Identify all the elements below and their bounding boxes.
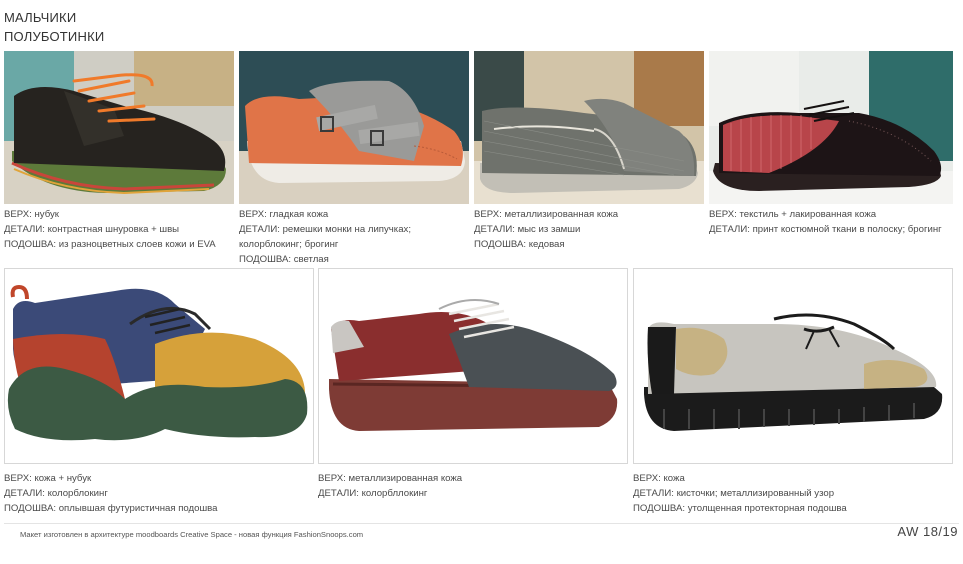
description-line: ДЕТАЛИ: ремешки монки на липучках; [239, 224, 411, 235]
product-description: ВЕРХ: кожа ДЕТАЛИ: кисточки; металлизиро… [633, 471, 847, 516]
footer-note: Макет изготовлен в архитектуре moodboard… [20, 530, 364, 539]
description-line: ПОДОШВА: утолщенная протекторная подошва [633, 503, 847, 514]
description-line: ДЕТАЛИ: мыс из замши [474, 224, 581, 235]
description-line: колорблокинг; брогинг [239, 239, 339, 250]
description-line: ДЕТАЛИ: колорблокинг [4, 488, 108, 499]
product-description: ВЕРХ: металлизированная кожа ДЕТАЛИ: мыс… [474, 207, 618, 252]
description-line: ДЕТАЛИ: кисточки; металлизированный узор [633, 488, 835, 499]
product-photo-metallic-sneaker [318, 268, 628, 464]
product-photo-tassel-loafer [633, 268, 953, 464]
product-photo-metallic-slipon [474, 51, 704, 204]
season-label: AW 18/19 [897, 524, 958, 539]
description-line: ПОДОШВА: кедовая [474, 239, 565, 250]
product-description: ВЕРХ: кожа + нубук ДЕТАЛИ: колорблокинг … [4, 471, 218, 516]
product-description: ВЕРХ: гладкая кожа ДЕТАЛИ: ремешки монки… [239, 207, 411, 267]
description-line: ДЕТАЛИ: колорбллокинг [318, 488, 428, 499]
product-description: ВЕРХ: металлизированная кожа ДЕТАЛИ: кол… [318, 471, 462, 501]
description-line: ВЕРХ: нубук [4, 209, 59, 220]
description-line: ВЕРХ: кожа [633, 473, 685, 484]
description-line: ПОДОШВА: из разноцветных слоев кожи и EV… [4, 239, 216, 250]
product-description: ВЕРХ: текстиль + лакированная кожа ДЕТАЛ… [709, 207, 942, 237]
subcategory-title: ПОЛУБОТИНКИ [4, 29, 105, 44]
description-line: ДЕТАЛИ: принт костюмной ткани в полоску;… [709, 224, 942, 235]
category-title: МАЛЬЧИКИ [4, 10, 77, 25]
description-line: ВЕРХ: металлизированная кожа [318, 473, 463, 484]
description-line: ВЕРХ: металлизированная кожа [474, 209, 619, 220]
product-photo-pinstripe-oxford [709, 51, 953, 204]
description-line: ПОДОШВА: светлая [239, 254, 329, 265]
description-line: ВЕРХ: текстиль + лакированная кожа [709, 209, 877, 220]
product-photo-futuristic-sneaker [4, 268, 314, 464]
footer-divider [4, 523, 959, 524]
product-photo-monk-strap [239, 51, 469, 204]
description-line: ПОДОШВА: оплывшая футуристичная подошва [4, 503, 218, 514]
product-description: ВЕРХ: нубук ДЕТАЛИ: контрастная шнуровка… [4, 207, 216, 252]
product-photo-nubuck-derby [4, 51, 234, 204]
description-line: ВЕРХ: кожа + нубук [4, 473, 92, 484]
description-line: ДЕТАЛИ: контрастная шнуровка + швы [4, 224, 180, 235]
description-line: ВЕРХ: гладкая кожа [239, 209, 329, 220]
